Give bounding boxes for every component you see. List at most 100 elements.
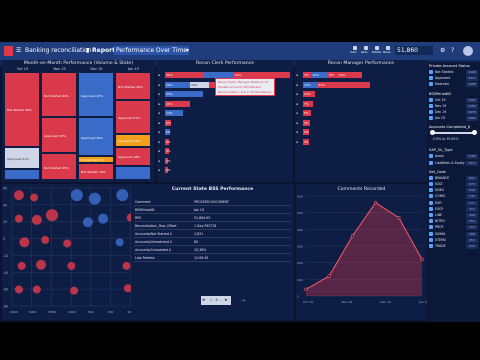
bubble[interactable]: [70, 286, 79, 295]
bubble[interactable]: [82, 217, 93, 228]
checkbox-icon[interactable]: [429, 231, 433, 236]
bar-segment[interactable]: 54%: [337, 72, 362, 78]
checkbox-icon[interactable]: [429, 76, 433, 81]
search-field[interactable]: 51,860: [395, 46, 433, 55]
checkbox-icon[interactable]: [429, 206, 433, 211]
bubble[interactable]: [14, 285, 23, 294]
checkbox-icon[interactable]: [429, 175, 433, 180]
toolbar-button[interactable]: Redo: [361, 46, 371, 56]
checkbox-icon[interactable]: [429, 103, 433, 108]
checkbox-icon[interactable]: [429, 182, 433, 186]
scroll-right-icon[interactable]: →: [241, 298, 245, 304]
bar-segment[interactable]: 3%: [165, 148, 171, 154]
filter-item[interactable]: Asset 4180: [429, 154, 479, 160]
toolbar-button[interactable]: Share: [383, 46, 393, 56]
filter-item[interactable]: STEMS 251: [429, 237, 479, 244]
bar-segment[interactable]: 13%: [303, 81, 318, 88]
data-point[interactable]: [350, 234, 355, 238]
bar-segment[interactable]: 33%: [165, 91, 203, 97]
stack-segment[interactable]: Approved 33%: [41, 117, 77, 153]
bubble[interactable]: [19, 237, 30, 248]
bar-segment[interactable]: 5%: [303, 119, 311, 126]
stack-segment[interactable]: Approved 42%: [78, 72, 114, 118]
bubble[interactable]: [41, 235, 50, 244]
stack-segment[interactable]: Approved 31%: [115, 100, 151, 134]
checkbox-icon[interactable]: [429, 70, 433, 74]
toolbar-button[interactable]: Publish: [372, 46, 382, 56]
bubble[interactable]: [17, 261, 26, 270]
filter-item[interactable]: Oct 19 2491: [429, 97, 479, 104]
page-indicator[interactable]: 1 - 6: [210, 298, 218, 302]
bubble[interactable]: [14, 214, 23, 223]
bar-segment[interactable]: 7%: [303, 100, 313, 107]
bar-segment[interactable]: 5%: [303, 129, 309, 135]
checkbox-icon[interactable]: [429, 188, 433, 193]
stack-segment[interactable]: Not Started 26%: [115, 72, 151, 101]
bubble[interactable]: [116, 189, 129, 202]
slider-handle[interactable]: [430, 130, 435, 136]
filter-item[interactable]: TRADE 210: [429, 244, 479, 250]
bar-segment[interactable]: 20%: [165, 81, 190, 88]
bar-segment[interactable]: 21%: [165, 100, 190, 107]
checkbox-icon[interactable]: [429, 237, 433, 242]
bar-segment[interactable]: 54%: [317, 81, 371, 88]
bar-segment[interactable]: 14%: [165, 110, 183, 116]
checkbox-icon[interactable]: [429, 110, 433, 114]
checkbox-icon[interactable]: [429, 194, 433, 199]
filter-item[interactable]: Nov 19 2384: [429, 103, 479, 110]
data-point[interactable]: [327, 274, 331, 278]
checkbox-icon[interactable]: [429, 97, 433, 102]
range-slider[interactable]: [430, 130, 477, 136]
bubble[interactable]: [31, 214, 42, 225]
bar-segment[interactable]: 16%: [311, 72, 329, 78]
page-prev-icon[interactable]: ◂: [202, 297, 205, 303]
filter-item[interactable]: Liabilities & Equity 3977: [429, 160, 479, 167]
bubble[interactable]: [122, 261, 131, 270]
report-title[interactable]: Performance Over Time: [114, 46, 189, 55]
dropdown-chevron-icon[interactable]: ▾: [186, 47, 189, 54]
filter-item[interactable]: Not Started 4128: [429, 70, 479, 76]
scroll-left-icon[interactable]: ←: [219, 298, 223, 304]
bubble[interactable]: [70, 189, 83, 202]
filter-item[interactable]: Matched 2988: [429, 82, 479, 88]
checkbox-icon[interactable]: [429, 116, 433, 121]
bubble[interactable]: [115, 238, 124, 247]
menu-icon[interactable]: ☰: [16, 47, 21, 54]
stack-segment[interactable]: Approved 21%: [4, 146, 40, 170]
checkbox-icon[interactable]: [429, 200, 433, 205]
stack-segment[interactable]: Cancelled 12%: [115, 133, 151, 147]
filter-item[interactable]: UNKU 592: [429, 188, 479, 194]
filter-item[interactable]: LINE 398: [429, 213, 479, 219]
bar-segment[interactable]: 5%: [165, 129, 171, 135]
bubble[interactable]: [35, 259, 46, 270]
filter-item[interactable]: EUR 471: [429, 200, 479, 207]
checkbox-icon[interactable]: [429, 244, 433, 248]
checkbox-icon[interactable]: [429, 213, 433, 217]
stack-segment[interactable]: [4, 169, 40, 180]
stack-segment[interactable]: Not Started 16%: [78, 162, 114, 180]
help-icon[interactable]: ?: [451, 47, 454, 54]
bar-segment[interactable]: 13%: [303, 91, 315, 97]
filter-item[interactable]: NITRO 354: [429, 219, 479, 225]
bubble[interactable]: [46, 209, 59, 222]
data-point[interactable]: [420, 257, 424, 262]
bubble[interactable]: [30, 193, 39, 202]
settings-icon[interactable]: ⚙: [440, 47, 445, 54]
checkbox-icon[interactable]: [429, 160, 433, 165]
page-next-icon[interactable]: ▸: [225, 297, 228, 303]
checkbox-icon[interactable]: [429, 154, 433, 159]
bubble[interactable]: [98, 213, 109, 224]
bar-segment[interactable]: 31%: [165, 72, 203, 78]
bar-segment[interactable]: 8%: [328, 72, 338, 78]
bubble[interactable]: [32, 285, 41, 294]
filter-item[interactable]: Jan 19 1862: [429, 116, 479, 122]
stack-segment[interactable]: Unmatched 6%: [78, 156, 114, 163]
data-point[interactable]: [373, 200, 378, 205]
stack-segment[interactable]: [115, 165, 151, 180]
filter-item[interactable]: PROF 310: [429, 225, 479, 231]
bar-segment[interactable]: 6%: [165, 119, 172, 126]
data-point[interactable]: [304, 287, 308, 292]
stack-segment[interactable]: Approved 36%: [78, 117, 114, 157]
bar-segment[interactable]: 2%: [165, 157, 171, 164]
breadcrumb-section[interactable]: Report: [92, 47, 115, 54]
